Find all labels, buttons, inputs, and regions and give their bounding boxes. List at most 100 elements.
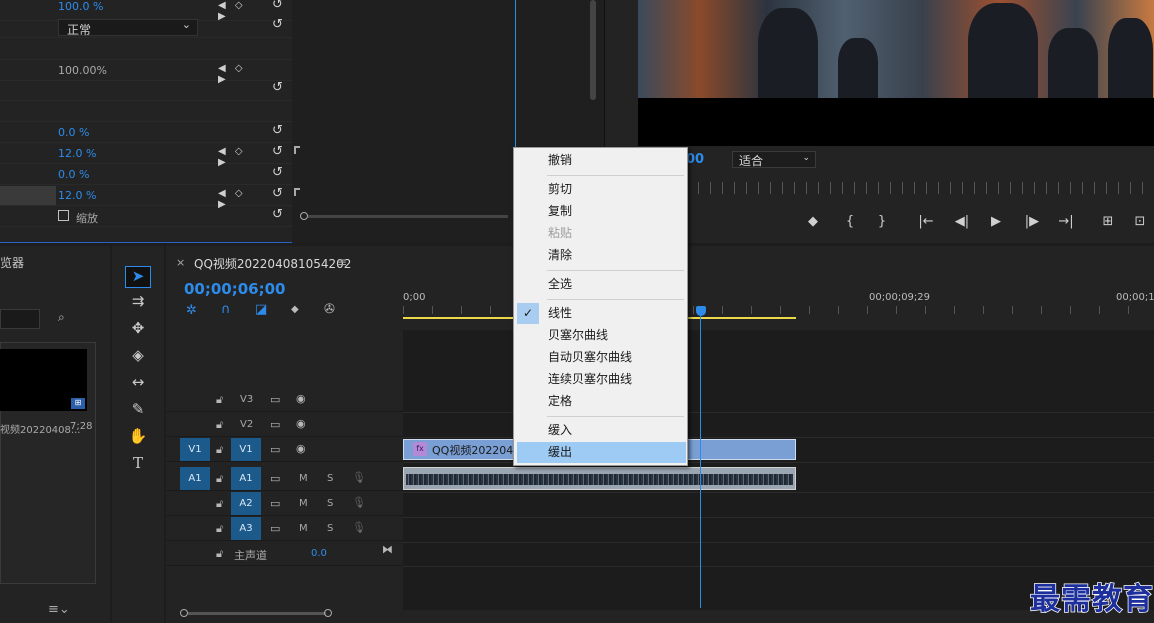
lock-icon[interactable]: 🔓︎ (216, 497, 223, 511)
track-target-a1[interactable]: A1 (231, 467, 261, 490)
keyframe-marker[interactable] (294, 146, 300, 154)
list-view-icon[interactable]: ≡⌄ (48, 602, 70, 617)
menu-item-undo[interactable]: 撤销 (517, 150, 686, 171)
program-timecode[interactable]: 00 (686, 152, 704, 167)
keyframe-marker[interactable] (294, 188, 300, 196)
track-header-v2[interactable]: 🔓︎ V2 ▭ ◉ (166, 413, 403, 437)
param-value[interactable]: 0.0 % (58, 168, 89, 181)
track-header-a1[interactable]: A1 🔓︎ A1 ▭ M S 🎙︎ (166, 467, 403, 491)
go-to-in-button[interactable]: |← (916, 214, 936, 229)
playhead-handle[interactable] (696, 306, 706, 316)
keyframe-nav[interactable]: ◀ ◇ ▶ (218, 188, 262, 210)
search-input[interactable] (0, 309, 40, 329)
sync-lock-icon[interactable]: ▭ (270, 522, 280, 535)
vertical-scrollbar[interactable] (590, 0, 596, 100)
snap-icon[interactable]: ∩ (221, 302, 231, 317)
track-header-master[interactable]: 🔓︎ 主声道 0.0 ⧓ (166, 542, 403, 566)
step-back-button[interactable]: ◀| (952, 214, 972, 229)
menu-item-cut[interactable]: 剪切 (517, 179, 686, 200)
timeline-playhead[interactable] (700, 312, 701, 608)
reset-icon[interactable]: ↺ (272, 165, 283, 180)
extract-button[interactable]: ⊡ (1130, 214, 1150, 229)
sequence-tab[interactable]: QQ视频202204081054202 (194, 255, 351, 272)
sync-lock-icon[interactable]: ▭ (270, 472, 280, 485)
wrench-icon[interactable]: ✇ (324, 302, 335, 317)
razor-tool-icon[interactable]: ◈ (125, 346, 151, 368)
menu-item-clear[interactable]: 清除 (517, 245, 686, 266)
menu-item-select-all[interactable]: 全选 (517, 274, 686, 295)
eye-icon[interactable]: ◉ (296, 392, 306, 405)
microphone-icon[interactable]: 🎙︎ (352, 471, 366, 484)
step-forward-button[interactable]: |▶ (1022, 214, 1042, 229)
param-value[interactable]: 12.0 % (58, 189, 96, 202)
add-marker-icon[interactable]: ◆ (291, 304, 299, 315)
menu-item-auto-bezier[interactable]: 自动贝塞尔曲线 (517, 347, 686, 368)
menu-item-ease-out[interactable]: 缓出 (517, 442, 686, 463)
sync-lock-icon[interactable]: ▭ (270, 393, 280, 406)
fit-select[interactable]: 适合 ⌄ (732, 151, 816, 168)
track-header-v1[interactable]: V1 🔓︎ V1 ▭ ◉ (166, 438, 403, 462)
solo-button[interactable]: S (327, 498, 333, 509)
eye-icon[interactable]: ◉ (296, 417, 306, 430)
play-button[interactable]: ▶ (986, 214, 1006, 229)
sync-lock-icon[interactable]: ▭ (270, 418, 280, 431)
new-bin-icon[interactable]: ⌕ (58, 310, 65, 325)
menu-item-hold[interactable]: 定格 (517, 391, 686, 412)
add-marker-button[interactable]: ◆ (803, 214, 823, 229)
keyframe-nav[interactable]: ◀ ◇ ▶ (218, 0, 262, 22)
reset-icon[interactable]: ↺ (272, 186, 283, 201)
track-target-a2[interactable]: A2 (231, 492, 261, 515)
keyframe-nav[interactable]: ◀ ◇ ▶ (218, 63, 262, 85)
menu-item-continuous-bezier[interactable]: 连续贝塞尔曲线 (517, 369, 686, 390)
menu-item-bezier[interactable]: 贝塞尔曲线 (517, 325, 686, 346)
slip-tool-icon[interactable]: ↔ (125, 373, 151, 395)
uniform-scale-checkbox[interactable] (58, 210, 69, 221)
source-patch-a1[interactable]: A1 (180, 467, 210, 490)
go-to-out-button[interactable]: →| (1056, 214, 1076, 229)
track-header-a3[interactable]: 🔓︎ A3 ▭ M S 🎙︎ (166, 517, 403, 541)
clip-name[interactable]: 视频20220408... (0, 421, 80, 436)
track-header-a2[interactable]: 🔓︎ A2 ▭ M S 🎙︎ (166, 492, 403, 516)
type-tool-icon[interactable]: T (125, 454, 151, 476)
linked-selection-icon[interactable]: ◪ (255, 302, 267, 317)
sync-lock-icon[interactable]: ▭ (270, 443, 280, 456)
opacity-value[interactable]: 100.0 % (58, 0, 103, 13)
reset-icon[interactable]: ↺ (272, 207, 283, 222)
master-volume-value[interactable]: 0.0 (311, 548, 327, 559)
mark-out-button[interactable]: } (872, 214, 892, 229)
project-title[interactable]: 览器 (0, 254, 24, 271)
track-target-a3[interactable]: A3 (231, 517, 261, 540)
ec-playhead[interactable] (515, 0, 516, 150)
scroll-handle[interactable] (300, 212, 308, 220)
audio-clip[interactable] (403, 467, 796, 490)
lock-icon[interactable]: 🔓︎ (216, 547, 223, 561)
close-tab-icon[interactable]: × (176, 256, 185, 269)
solo-button[interactable]: S (327, 473, 333, 484)
nest-icon[interactable]: ✲ (186, 303, 197, 318)
selection-tool-icon[interactable]: ➤ (125, 266, 151, 288)
lock-icon[interactable]: 🔓︎ (216, 522, 223, 536)
program-ruler[interactable] (686, 182, 1154, 194)
reset-icon[interactable]: ↺ (272, 0, 283, 12)
panel-menu-icon[interactable]: ≡ (337, 255, 347, 269)
timeline-zoom-scrollbar[interactable] (188, 612, 326, 615)
hand-tool-icon[interactable]: ✋ (125, 427, 151, 449)
reset-icon[interactable]: ↺ (272, 144, 283, 159)
scroll-handle-left[interactable] (180, 609, 188, 617)
reset-icon[interactable]: ↺ (272, 80, 283, 95)
solo-button[interactable]: S (327, 523, 333, 534)
blend-mode-select[interactable]: 正常 ⌄ (58, 18, 198, 37)
percent-value[interactable]: 100.00% (58, 64, 107, 77)
lock-icon[interactable]: 🔓︎ (216, 393, 223, 407)
source-patch-v1[interactable]: V1 (180, 438, 210, 461)
param-value[interactable]: 0.0 % (58, 126, 89, 139)
reset-icon[interactable]: ↺ (272, 17, 283, 32)
horizontal-scrollbar[interactable] (308, 215, 508, 218)
go-to-end-icon[interactable]: ⧓ (382, 543, 393, 556)
keyframe-nav[interactable]: ◀ ◇ ▶ (218, 146, 262, 168)
microphone-icon[interactable]: 🎙︎ (352, 521, 366, 534)
mute-button[interactable]: M (299, 473, 308, 484)
reset-icon[interactable]: ↺ (272, 123, 283, 138)
track-select-tool-icon[interactable]: ⇉ (125, 292, 151, 314)
ripple-edit-tool-icon[interactable]: ✥ (125, 319, 151, 341)
